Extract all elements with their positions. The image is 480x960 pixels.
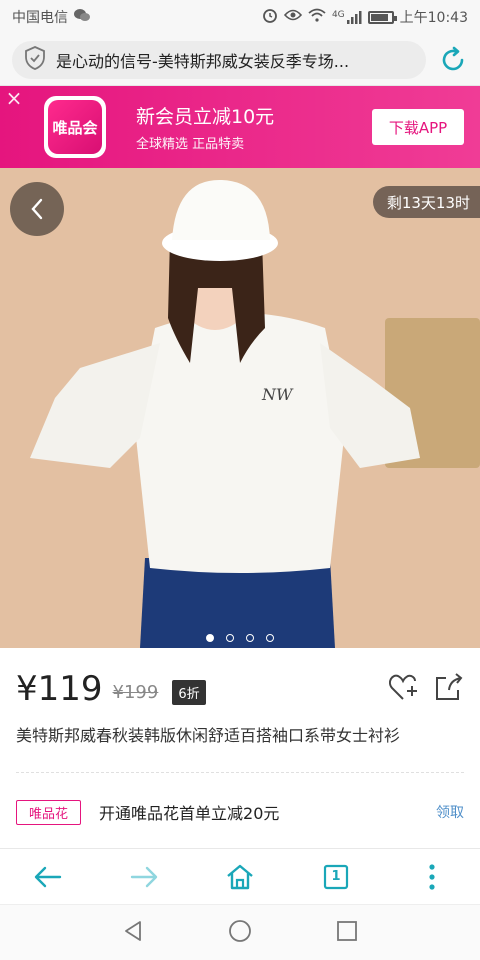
menu-button[interactable] xyxy=(408,853,456,901)
address-bar: 是心动的信号-美特斯邦威女装反季专场... xyxy=(0,34,480,86)
heart-plus-icon xyxy=(388,674,417,700)
signal-icon: 4G xyxy=(332,10,362,24)
share-icon xyxy=(436,673,463,700)
eye-icon xyxy=(283,9,303,25)
chevron-left-icon xyxy=(31,198,43,220)
product-image-carousel[interactable]: NW 剩13天13时 xyxy=(0,168,480,648)
favorite-button[interactable] xyxy=(388,672,420,706)
more-vertical-icon xyxy=(429,863,435,890)
share-button[interactable] xyxy=(434,672,464,706)
triangle-back-icon xyxy=(125,920,141,941)
url-field[interactable]: 是心动的信号-美特斯邦威女装反季专场... xyxy=(12,40,426,79)
system-back-button[interactable] xyxy=(122,920,144,946)
svg-text:NW: NW xyxy=(261,385,294,404)
forward-nav-button[interactable] xyxy=(120,853,168,901)
original-price: ¥199 xyxy=(112,681,159,703)
vip-logo: 唯品会 xyxy=(44,96,106,158)
discount-badge: 6折 xyxy=(172,679,206,705)
alarm-icon xyxy=(262,7,278,27)
claim-link[interactable]: 领取 xyxy=(436,802,464,822)
tab-count: 1 xyxy=(331,869,341,884)
system-recents-button[interactable] xyxy=(336,920,358,946)
shield-icon xyxy=(24,45,46,74)
product-photo: NW xyxy=(0,168,480,648)
arrow-right-icon xyxy=(130,866,158,887)
battery-icon xyxy=(367,10,397,24)
refresh-icon xyxy=(442,46,464,70)
wifi-icon xyxy=(308,8,326,26)
promo-title: 新会员立减10元 xyxy=(136,106,275,128)
refresh-button[interactable] xyxy=(438,45,468,75)
product-title: 美特斯邦威春秋装韩版休闲舒适百搭袖口系带女士衬衫 xyxy=(16,726,401,745)
close-icon[interactable]: × xyxy=(5,88,23,108)
carrier-name: 中国电信 xyxy=(12,10,68,26)
download-app-button[interactable]: 下载APP xyxy=(372,109,464,145)
carousel-dot[interactable] xyxy=(246,634,254,642)
promotion-row: 唯品花 开通唯品花首单立减20元 领取 xyxy=(16,796,464,828)
carousel-dot[interactable] xyxy=(266,634,274,642)
price-row: ¥119 ¥199 6折 xyxy=(16,662,464,716)
home-icon xyxy=(227,864,253,889)
promo-subtitle: 全球精选 正品特卖 xyxy=(136,137,245,152)
clock-time: 上午10:43 xyxy=(399,10,468,26)
tabs-button[interactable]: 1 xyxy=(312,853,360,901)
carousel-dot[interactable] xyxy=(226,634,234,642)
circle-home-icon xyxy=(229,919,251,942)
sale-price: ¥119 xyxy=(16,669,103,709)
browser-toolbar: 1 xyxy=(0,848,480,904)
back-button[interactable] xyxy=(10,182,64,236)
divider xyxy=(16,772,464,773)
system-home-button[interactable] xyxy=(228,919,252,947)
countdown-badge: 剩13天13时 xyxy=(372,186,480,218)
app-promo-banner: × 唯品会 新会员立减10元 全球精选 正品特卖 下载APP xyxy=(0,86,480,168)
wechat-icon xyxy=(74,8,90,26)
square-recents-icon xyxy=(337,920,357,941)
system-nav-bar xyxy=(0,904,480,960)
carousel-dot[interactable] xyxy=(206,634,214,642)
carousel-indicator xyxy=(0,634,480,642)
status-bar: 中国电信 4G 上午10:43 xyxy=(0,0,480,34)
network-type: 4G xyxy=(331,10,345,20)
page-title: 是心动的信号-美特斯邦威女装反季专场... xyxy=(56,51,350,71)
promotion-text: 开通唯品花首单立减20元 xyxy=(99,804,280,823)
vip-logo-text: 唯品会 xyxy=(48,100,102,154)
promotion-tag: 唯品花 xyxy=(16,799,82,825)
arrow-left-icon xyxy=(34,866,62,887)
home-button[interactable] xyxy=(216,853,264,901)
back-nav-button[interactable] xyxy=(24,853,72,901)
